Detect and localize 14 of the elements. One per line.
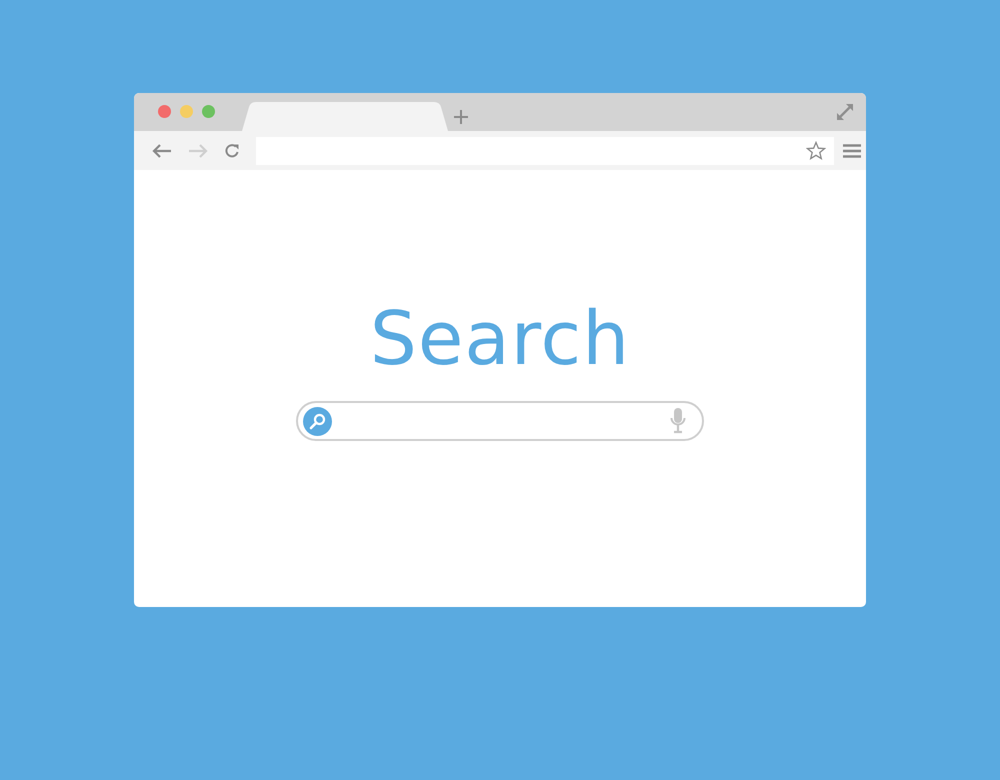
window-control-dot[interactable] [202, 105, 215, 118]
window-control-dot[interactable] [158, 105, 171, 118]
search-field[interactable] [296, 401, 704, 441]
microphone-icon[interactable] [670, 408, 686, 434]
search-heading: Search [370, 302, 630, 376]
reload-icon[interactable] [224, 142, 240, 158]
back-icon[interactable] [152, 144, 172, 158]
search-icon[interactable] [303, 406, 332, 436]
star-icon[interactable] [806, 140, 826, 160]
new-tab-icon[interactable] [454, 110, 468, 124]
window-control-dot[interactable] [180, 105, 193, 118]
menu-icon[interactable] [843, 144, 861, 158]
browser-tab[interactable] [242, 102, 448, 131]
expand-icon[interactable] [836, 103, 854, 121]
